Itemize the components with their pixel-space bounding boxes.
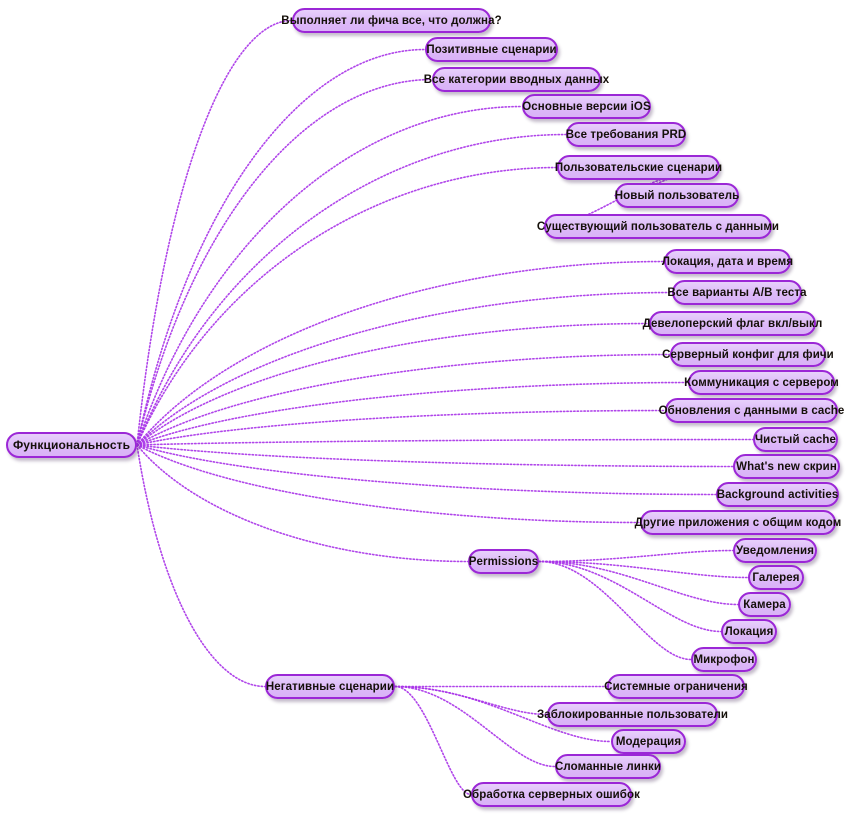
mindmap-node-n9[interactable]: Локация, дата и время <box>661 249 794 274</box>
node-label: Обработка серверных ошибок <box>463 788 640 801</box>
connector-root-to-n6 <box>136 166 558 446</box>
connector-n19-to-n21 <box>538 560 749 579</box>
mindmap-node-n28[interactable]: Модерация <box>611 729 686 754</box>
mindmap-root-node[interactable]: Функциональность <box>6 432 137 458</box>
mindmap-node-n3[interactable]: Все категории вводных данных <box>424 67 609 92</box>
connector-root-to-n5 <box>136 133 567 446</box>
connector-root-to-n17 <box>136 444 717 496</box>
mindmap-node-n2[interactable]: Позитивные сценарии <box>425 37 558 62</box>
node-label: Коммуникация с сервером <box>684 376 839 389</box>
node-label: Негативные сценарии <box>265 680 395 693</box>
mindmap-node-n21[interactable]: Галерея <box>748 565 804 590</box>
connector-n19-to-n20 <box>538 549 734 563</box>
mindmap-node-n7[interactable]: Новый пользователь <box>615 183 739 208</box>
mindmap-node-n10[interactable]: Все варианты A/B теста <box>667 280 807 305</box>
connector-root-to-n13 <box>136 381 689 446</box>
mindmap-node-n14[interactable]: Обновления с данными в cache <box>659 398 844 423</box>
mindmap-node-n12[interactable]: Серверный конфиг для фичи <box>662 342 834 367</box>
connector-root-to-n12 <box>136 353 671 446</box>
mindmap-node-n17[interactable]: Background activities <box>716 482 839 507</box>
connector-root-to-n16 <box>136 444 734 468</box>
node-label: Системные ограничения <box>604 680 748 693</box>
connector-root-to-n11 <box>136 322 650 446</box>
node-label: What's new скрин <box>736 460 837 473</box>
connector-n25-to-n30 <box>394 685 472 796</box>
node-label: Микрофон <box>693 653 755 666</box>
connector-root-to-n2 <box>136 48 426 446</box>
node-label: Все варианты A/B теста <box>667 286 807 299</box>
node-label: Permissions <box>468 555 539 568</box>
mindmap-node-n11[interactable]: Девелоперский флаг вкл/выкл <box>643 311 822 336</box>
node-label: Пользовательские сценарии <box>554 161 723 174</box>
mindmap-node-n8[interactable]: Существующий пользователь с данными <box>537 214 779 239</box>
node-label: Новый пользователь <box>614 189 740 202</box>
mindmap-canvas: Функциональность Выполняет ли фича все, ч… <box>0 0 846 814</box>
node-label: Background activities <box>716 488 839 501</box>
node-label: Чистый cache <box>754 433 837 446</box>
mindmap-node-n16[interactable]: What's new скрин <box>733 454 840 479</box>
connector-root-to-n15 <box>136 438 754 446</box>
node-label: Другие приложения с общим кодом <box>634 516 842 529</box>
mindmap-node-n6[interactable]: Пользовательские сценарии <box>554 155 723 180</box>
mindmap-node-n25[interactable]: Негативные сценарии <box>265 674 395 699</box>
mindmap-node-n13[interactable]: Коммуникация с сервером <box>684 370 839 395</box>
connector-n19-to-n22 <box>538 560 739 606</box>
node-label: Позитивные сценарии <box>426 43 557 56</box>
mindmap-node-n5[interactable]: Все требования PRD <box>566 122 686 147</box>
node-label: Галерея <box>752 571 800 584</box>
connector-root-to-n3 <box>136 78 433 446</box>
connector-n25-to-n29 <box>394 685 556 768</box>
connector-root-to-n1 <box>136 19 293 446</box>
connector-root-to-n10 <box>136 291 673 446</box>
node-label: Модерация <box>615 735 682 748</box>
node-label: Серверный конфиг для фичи <box>662 348 834 361</box>
mindmap-node-n20[interactable]: Уведомления <box>733 538 817 563</box>
node-label: Локация <box>724 625 774 638</box>
mindmap-node-n24[interactable]: Микрофон <box>691 647 757 672</box>
node-label: Существующий пользователь с данными <box>536 220 780 233</box>
mindmap-node-n23[interactable]: Локация <box>721 619 777 644</box>
mindmap-node-n29[interactable]: Сломанные линки <box>555 754 661 779</box>
connector-root-to-n14 <box>136 409 666 446</box>
mindmap-node-n1[interactable]: Выполняет ли фича все, что должна? <box>281 8 502 33</box>
mindmap-node-n19[interactable]: Permissions <box>468 549 539 574</box>
node-label: Локация, дата и время <box>661 255 794 268</box>
connector-root-to-n9 <box>136 260 665 446</box>
connector-root-to-n4 <box>136 105 523 446</box>
mindmap-node-n26[interactable]: Системные ограничения <box>604 674 748 699</box>
connector-n19-to-n24 <box>538 560 692 661</box>
mindmap-node-n4[interactable]: Основные версии iOS <box>522 94 651 119</box>
node-label: Обновления с данными в cache <box>658 404 845 417</box>
connector-root-to-n25 <box>136 444 266 688</box>
connector-root-to-n18 <box>136 444 641 524</box>
mindmap-node-n18[interactable]: Другие приложения с общим кодом <box>635 510 841 535</box>
node-label: Девелоперский флаг вкл/выкл <box>642 317 823 330</box>
connector-n25-to-n27 <box>394 685 548 716</box>
node-label: Функциональность <box>12 438 131 452</box>
node-label: Выполняет ли фича все, что должна? <box>281 14 502 27</box>
connector-n19-to-n23 <box>538 560 722 633</box>
mindmap-node-n27[interactable]: Заблокированные пользователи <box>537 702 728 727</box>
node-label: Уведомления <box>735 544 815 557</box>
connector-root-to-n19 <box>136 444 469 563</box>
node-label: Заблокированные пользователи <box>536 708 729 721</box>
mindmap-node-n15[interactable]: Чистый cache <box>753 427 838 452</box>
node-label: Основные версии iOS <box>522 100 651 113</box>
mindmap-node-n22[interactable]: Камера <box>738 592 791 617</box>
node-label: Все требования PRD <box>565 128 687 141</box>
mindmap-node-n30[interactable]: Обработка серверных ошибок <box>463 782 640 807</box>
node-label: Сломанные линки <box>554 760 662 773</box>
node-label: Камера <box>743 598 786 611</box>
node-label: Все категории вводных данных <box>423 73 610 86</box>
